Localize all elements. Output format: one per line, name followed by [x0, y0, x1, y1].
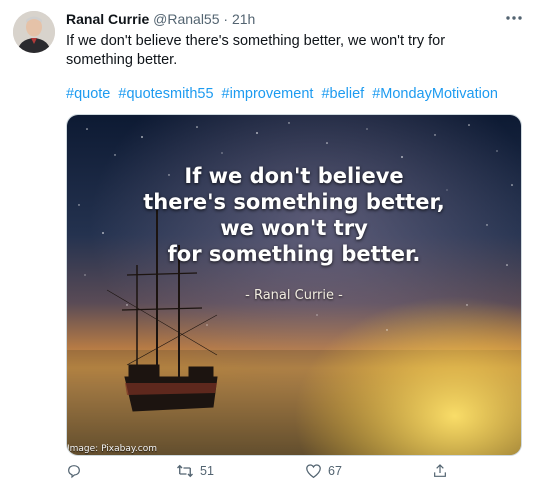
- hashtag-link[interactable]: #MondayMotivation: [372, 86, 498, 102]
- reply-button[interactable]: [66, 463, 82, 479]
- quote-attribution: - Ranal Currie -: [245, 288, 343, 303]
- author-handle[interactable]: @Ranal55: [153, 11, 219, 27]
- quote-line: If we don't believe: [184, 164, 404, 188]
- more-options-button[interactable]: [500, 6, 528, 30]
- hashtag-list: #quote #quotesmith55 #improvement #belie…: [66, 85, 502, 104]
- image-quote: If we don't believe there's something be…: [67, 163, 521, 267]
- tweet-timestamp[interactable]: 21h: [232, 11, 255, 27]
- quote-line: we won't try: [220, 216, 368, 240]
- hashtag-link[interactable]: #quotesmith55: [118, 86, 213, 102]
- reply-icon: [68, 465, 80, 479]
- time-separator: ·: [223, 11, 229, 27]
- image-credit: Image: Pixabay.com: [67, 444, 158, 454]
- avatar[interactable]: [13, 11, 55, 53]
- retweet-count: 51: [200, 464, 214, 478]
- like-button[interactable]: 67: [305, 463, 342, 479]
- tweet-image[interactable]: If we don't believe there's something be…: [66, 114, 522, 456]
- like-count: 67: [328, 464, 342, 478]
- tweet-header: Ranal Currie @Ranal55 · 21h: [66, 10, 255, 28]
- hashtag-link[interactable]: #belief: [321, 86, 364, 102]
- tweet[interactable]: Ranal Currie @Ranal55 · 21h If we don't …: [0, 0, 540, 485]
- more-horizontal-icon: [506, 16, 522, 20]
- quote-line: for something better.: [167, 242, 421, 266]
- retweet-icon: [177, 464, 193, 478]
- share-icon: [434, 464, 446, 477]
- tweet-text: If we don't believe there's something be…: [66, 33, 446, 68]
- hashtag-link[interactable]: #improvement: [222, 86, 314, 102]
- share-button[interactable]: [432, 463, 448, 479]
- tweet-actions: 51 67: [0, 463, 540, 485]
- quote-line: there's something better,: [143, 190, 445, 214]
- author-name[interactable]: Ranal Currie: [66, 11, 149, 27]
- hashtag-link[interactable]: #quote: [66, 86, 110, 102]
- heart-icon: [306, 464, 321, 479]
- retweet-button[interactable]: 51: [176, 463, 214, 479]
